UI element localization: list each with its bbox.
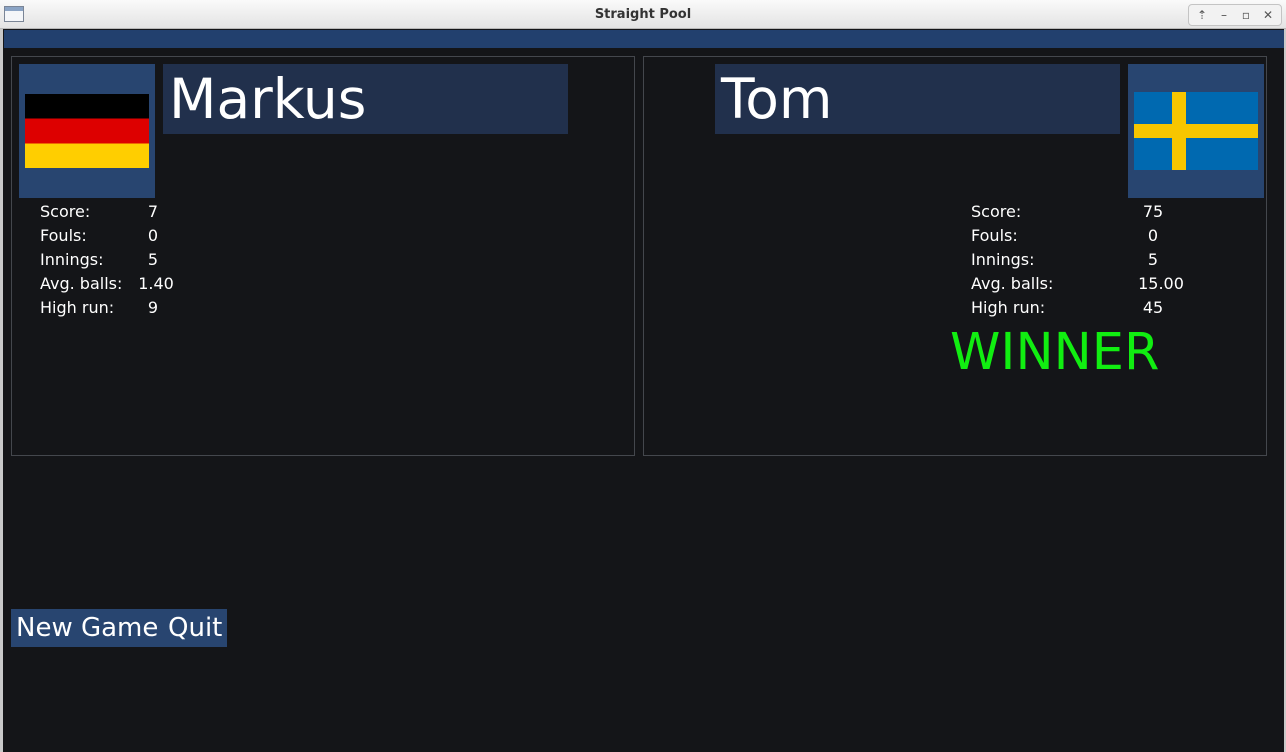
germany-flag-icon <box>25 94 149 168</box>
close-icon[interactable]: ✕ <box>1259 6 1277 24</box>
stat-label: Avg. balls: <box>40 274 123 293</box>
window-titlebar[interactable]: Straight Pool ⇡ – ▫ ✕ <box>0 0 1286 29</box>
stat-value: 5 <box>1147 250 1159 269</box>
stat-value: 0 <box>147 226 159 245</box>
stat-row-fouls: Fouls: 0 <box>40 224 240 248</box>
header-bar <box>4 30 1284 48</box>
stat-label: Avg. balls: <box>971 274 1054 293</box>
stat-label: Fouls: <box>971 226 1018 245</box>
new-game-button[interactable]: New Game <box>11 609 164 647</box>
stat-value: 9 <box>147 298 159 317</box>
player-name: Tom <box>715 64 1120 134</box>
player-flag-box <box>19 64 155 198</box>
player-panel-right: Tom Score: 75 Fouls: 0 Innings: 5 Avg. b… <box>643 56 1267 456</box>
winner-label: WINNER <box>950 323 1160 382</box>
stat-row-avg-balls: Avg. balls: 15.00 <box>971 272 1221 296</box>
stat-row-high-run: High run: 9 <box>40 296 240 320</box>
stat-label: Fouls: <box>40 226 87 245</box>
stat-label: High run: <box>971 298 1046 317</box>
window-controls: ⇡ – ▫ ✕ <box>1188 4 1282 26</box>
stat-value: 45 <box>1142 298 1164 317</box>
player-panel-left: Markus Score: 7 Fouls: 0 Innings: 5 Avg.… <box>11 56 635 456</box>
window-title: Straight Pool <box>594 7 692 22</box>
stat-row-avg-balls: Avg. balls: 1.40 <box>40 272 240 296</box>
stat-value: 5 <box>147 250 159 269</box>
stat-row-innings: Innings: 5 <box>971 248 1221 272</box>
stat-row-fouls: Fouls: 0 <box>971 224 1221 248</box>
stat-value: 0 <box>1147 226 1159 245</box>
stat-row-score: Score: 7 <box>40 200 240 224</box>
stat-label: Score: <box>40 202 91 221</box>
player-stats: Score: 7 Fouls: 0 Innings: 5 Avg. balls:… <box>40 200 240 320</box>
stat-label: Innings: <box>40 250 104 269</box>
stat-value: 1.40 <box>138 274 174 293</box>
stat-label: High run: <box>40 298 115 317</box>
sweden-flag-icon <box>1134 92 1258 170</box>
stat-value: 15.00 <box>1138 274 1184 293</box>
stat-label: Innings: <box>971 250 1035 269</box>
quit-button[interactable]: Quit <box>163 609 228 647</box>
maximize-icon[interactable]: ▫ <box>1237 6 1255 24</box>
shade-icon[interactable]: ⇡ <box>1193 6 1211 24</box>
stat-row-innings: Innings: 5 <box>40 248 240 272</box>
stat-label: Score: <box>971 202 1022 221</box>
stat-value: 7 <box>147 202 159 221</box>
window-border-left <box>0 29 3 752</box>
player-name: Markus <box>163 64 568 134</box>
stat-value: 75 <box>1142 202 1164 221</box>
stat-row-high-run: High run: 45 <box>971 296 1221 320</box>
player-flag-box <box>1128 64 1264 198</box>
minimize-icon[interactable]: – <box>1215 6 1233 24</box>
player-stats: Score: 75 Fouls: 0 Innings: 5 Avg. balls… <box>971 200 1221 320</box>
stat-row-score: Score: 75 <box>971 200 1221 224</box>
